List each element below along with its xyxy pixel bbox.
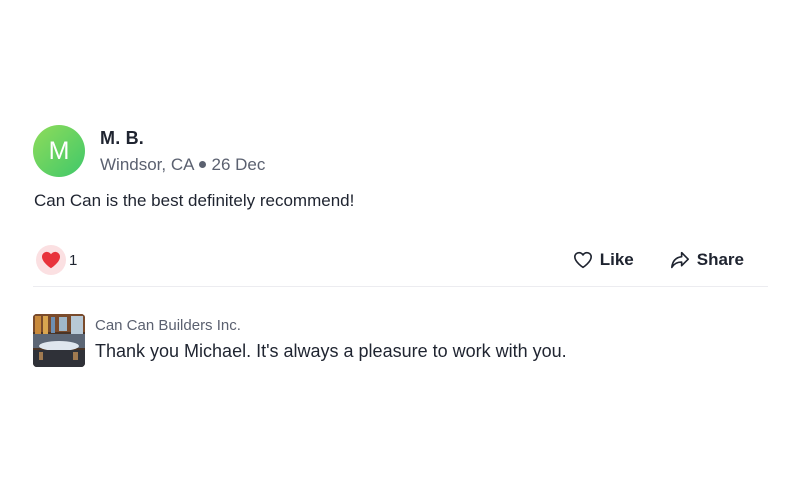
business-photo-icon bbox=[33, 314, 85, 367]
share-button[interactable]: Share bbox=[670, 250, 744, 270]
author-meta: M. B. Windsor, CA 26 Dec bbox=[100, 128, 265, 175]
reaction-count: 1 bbox=[69, 251, 78, 269]
review-date: 26 Dec bbox=[211, 154, 266, 174]
business-name[interactable]: Can Can Builders Inc. bbox=[95, 317, 567, 334]
share-label: Share bbox=[696, 250, 744, 269]
reply-body: Can Can Builders Inc. Thank you Michael.… bbox=[95, 314, 567, 362]
avatar[interactable]: M bbox=[33, 125, 85, 177]
business-avatar[interactable] bbox=[33, 314, 85, 367]
author-subline: Windsor, CA 26 Dec bbox=[100, 155, 265, 175]
separator-dot-icon bbox=[199, 161, 207, 168]
like-label: Like bbox=[599, 250, 634, 269]
heart-outline-icon bbox=[573, 251, 592, 269]
heart-reaction bbox=[36, 245, 66, 275]
business-reply: Can Can Builders Inc. Thank you Michael.… bbox=[33, 314, 567, 367]
reply-text: Thank you Michael. It's always a pleasur… bbox=[95, 341, 567, 361]
heart-icon bbox=[42, 251, 60, 269]
author-location: Windsor, CA bbox=[100, 154, 195, 174]
author-row: M M. B. Windsor, CA 26 Dec bbox=[33, 125, 768, 177]
share-icon bbox=[670, 251, 689, 269]
action-row: 1 Like Share bbox=[33, 242, 768, 278]
like-button[interactable]: Like bbox=[573, 250, 634, 270]
avatar-initial: M bbox=[48, 136, 70, 165]
review-text: Can Can is the best definitely recommend… bbox=[34, 191, 355, 210]
review-post: M M. B. Windsor, CA 26 Dec Can Can is th… bbox=[33, 125, 768, 367]
reaction-summary[interactable]: 1 bbox=[36, 245, 77, 275]
author-name[interactable]: M. B. bbox=[100, 128, 265, 149]
divider bbox=[33, 286, 768, 287]
